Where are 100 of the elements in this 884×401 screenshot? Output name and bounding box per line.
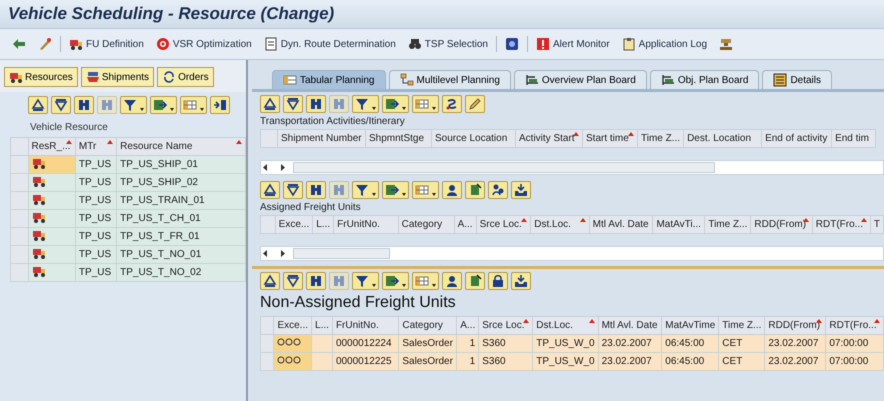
column-header[interactable]: Dst.Loc. bbox=[532, 316, 598, 334]
column-header[interactable]: A... bbox=[456, 316, 479, 334]
panel-tab[interactable]: Resources bbox=[4, 67, 78, 87]
toolbar-button[interactable] bbox=[488, 272, 508, 290]
toolbar-button[interactable]: TSP Selection bbox=[404, 35, 492, 53]
toolbar-button[interactable] bbox=[382, 272, 409, 290]
column-header[interactable]: Resource Name bbox=[116, 138, 246, 156]
toolbar-button[interactable] bbox=[150, 96, 177, 114]
toolbar-button[interactable] bbox=[28, 96, 48, 114]
column-header[interactable]: MTr bbox=[75, 138, 117, 156]
table-cell[interactable] bbox=[28, 210, 76, 228]
column-header[interactable]: Mtl Avl. Date bbox=[589, 216, 653, 234]
column-header[interactable]: Category bbox=[398, 316, 457, 334]
column-header[interactable]: Shipment Number bbox=[278, 130, 366, 148]
toolbar-button[interactable] bbox=[283, 95, 303, 113]
toolbar-button[interactable] bbox=[180, 96, 207, 114]
horizontal-scrollbar[interactable] bbox=[260, 246, 884, 261]
column-header[interactable]: RDD(From) bbox=[750, 216, 812, 234]
toolbar-button[interactable] bbox=[488, 181, 508, 199]
toolbar-button[interactable]: VSR Optimization bbox=[152, 35, 256, 53]
column-header[interactable]: Exce... bbox=[274, 316, 312, 334]
panel-tab[interactable]: Shipments bbox=[80, 67, 154, 87]
column-header[interactable]: FrUnitNo. bbox=[334, 216, 398, 234]
column-header[interactable]: T bbox=[870, 216, 884, 234]
column-header[interactable]: End of activity bbox=[762, 130, 832, 148]
toolbar-button[interactable] bbox=[382, 181, 409, 199]
column-header[interactable]: RDT(Fro... bbox=[826, 316, 884, 334]
toolbar-button[interactable] bbox=[412, 272, 439, 290]
toolbar-button[interactable]: Application Log bbox=[618, 35, 712, 53]
toolbar-button[interactable] bbox=[352, 181, 379, 199]
horizontal-scrollbar[interactable] bbox=[260, 160, 884, 175]
toolbar-button[interactable] bbox=[465, 272, 485, 290]
column-header[interactable]: Activity Start bbox=[516, 130, 582, 148]
toolbar-button[interactable] bbox=[352, 95, 379, 113]
table-cell[interactable] bbox=[28, 264, 76, 282]
split-icon bbox=[213, 98, 227, 112]
toolbar-button[interactable] bbox=[465, 181, 485, 199]
toolbar-button[interactable] bbox=[283, 181, 303, 199]
toolbar-button[interactable] bbox=[412, 95, 439, 113]
panel-tab[interactable]: Orders bbox=[157, 67, 214, 87]
column-header[interactable]: Time Z... bbox=[718, 316, 765, 334]
toolbar-button[interactable] bbox=[511, 272, 531, 290]
toolbar-button[interactable]: Alert Monitor bbox=[532, 35, 614, 53]
toolbar-button[interactable]: Dyn. Route Determination bbox=[260, 35, 400, 53]
tab[interactable]: Tabular Planning bbox=[272, 70, 386, 89]
table-cell: 1 bbox=[456, 334, 479, 352]
table-cell[interactable] bbox=[28, 246, 76, 264]
table-cell: 23.02.2007 bbox=[764, 352, 826, 370]
toolbar-button[interactable] bbox=[442, 95, 462, 113]
column-header[interactable]: Srce Loc. bbox=[478, 316, 533, 334]
column-header[interactable]: Start time bbox=[582, 130, 638, 148]
tab[interactable]: Multilevel Planning bbox=[388, 70, 511, 89]
column-header[interactable]: Mtl Avl. Date bbox=[598, 316, 662, 334]
table-cell[interactable] bbox=[28, 228, 76, 246]
column-header[interactable]: ShpmntStge bbox=[366, 130, 432, 148]
toolbar-button[interactable] bbox=[51, 96, 71, 114]
layout-icon bbox=[415, 97, 429, 111]
column-header[interactable]: Source Location bbox=[432, 130, 516, 148]
toolbar-button[interactable] bbox=[442, 272, 462, 290]
column-header[interactable]: RDT(Fro... bbox=[812, 216, 870, 234]
column-header[interactable]: End tim bbox=[832, 130, 876, 148]
tab[interactable]: Details bbox=[762, 70, 832, 89]
column-header[interactable]: L... bbox=[312, 316, 332, 334]
toolbar-button[interactable] bbox=[120, 96, 147, 114]
column-header[interactable]: Srce Loc. bbox=[476, 216, 531, 234]
tab[interactable]: Obj. Plan Board bbox=[650, 70, 760, 89]
column-header[interactable]: Time Z... bbox=[638, 130, 684, 148]
table-cell[interactable] bbox=[28, 174, 76, 192]
column-header[interactable]: Dest. Location bbox=[684, 130, 762, 148]
toolbar-button[interactable] bbox=[306, 181, 326, 199]
toolbar-button[interactable] bbox=[306, 95, 326, 113]
column-header[interactable]: Time Z... bbox=[704, 216, 751, 234]
toolbar-button[interactable]: FU Definition bbox=[65, 35, 148, 53]
table-icon bbox=[283, 73, 297, 87]
toolbar-button[interactable] bbox=[465, 95, 485, 113]
column-header[interactable]: Dst.Loc. bbox=[530, 216, 590, 234]
column-header[interactable]: FrUnitNo. bbox=[332, 316, 399, 334]
toolbar-button[interactable] bbox=[74, 96, 94, 114]
column-header[interactable]: A... bbox=[454, 216, 476, 234]
column-header[interactable]: MatAvTime bbox=[662, 316, 719, 334]
toolbar-button[interactable] bbox=[442, 181, 462, 199]
toolbar-button[interactable] bbox=[306, 272, 326, 290]
toolbar-button[interactable] bbox=[260, 181, 280, 199]
toolbar-button[interactable] bbox=[283, 272, 303, 290]
column-header[interactable]: L... bbox=[312, 216, 334, 234]
toolbar-button[interactable] bbox=[210, 96, 230, 114]
column-header[interactable]: RDD(From) bbox=[764, 316, 826, 334]
toolbar-button[interactable] bbox=[412, 181, 439, 199]
column-header[interactable]: MatAvTi... bbox=[652, 216, 705, 234]
toolbar-button[interactable] bbox=[260, 95, 280, 113]
column-header[interactable]: ResR_... bbox=[28, 138, 76, 156]
toolbar-button[interactable] bbox=[352, 272, 379, 290]
table-cell[interactable] bbox=[28, 156, 76, 174]
column-header[interactable]: Category bbox=[398, 216, 454, 234]
toolbar-button[interactable] bbox=[511, 181, 531, 199]
table-cell[interactable] bbox=[28, 192, 76, 210]
column-header[interactable]: Exce... bbox=[275, 216, 313, 234]
tab[interactable]: Overview Plan Board bbox=[514, 70, 647, 89]
toolbar-button[interactable] bbox=[382, 95, 409, 113]
toolbar-button[interactable] bbox=[260, 272, 280, 290]
